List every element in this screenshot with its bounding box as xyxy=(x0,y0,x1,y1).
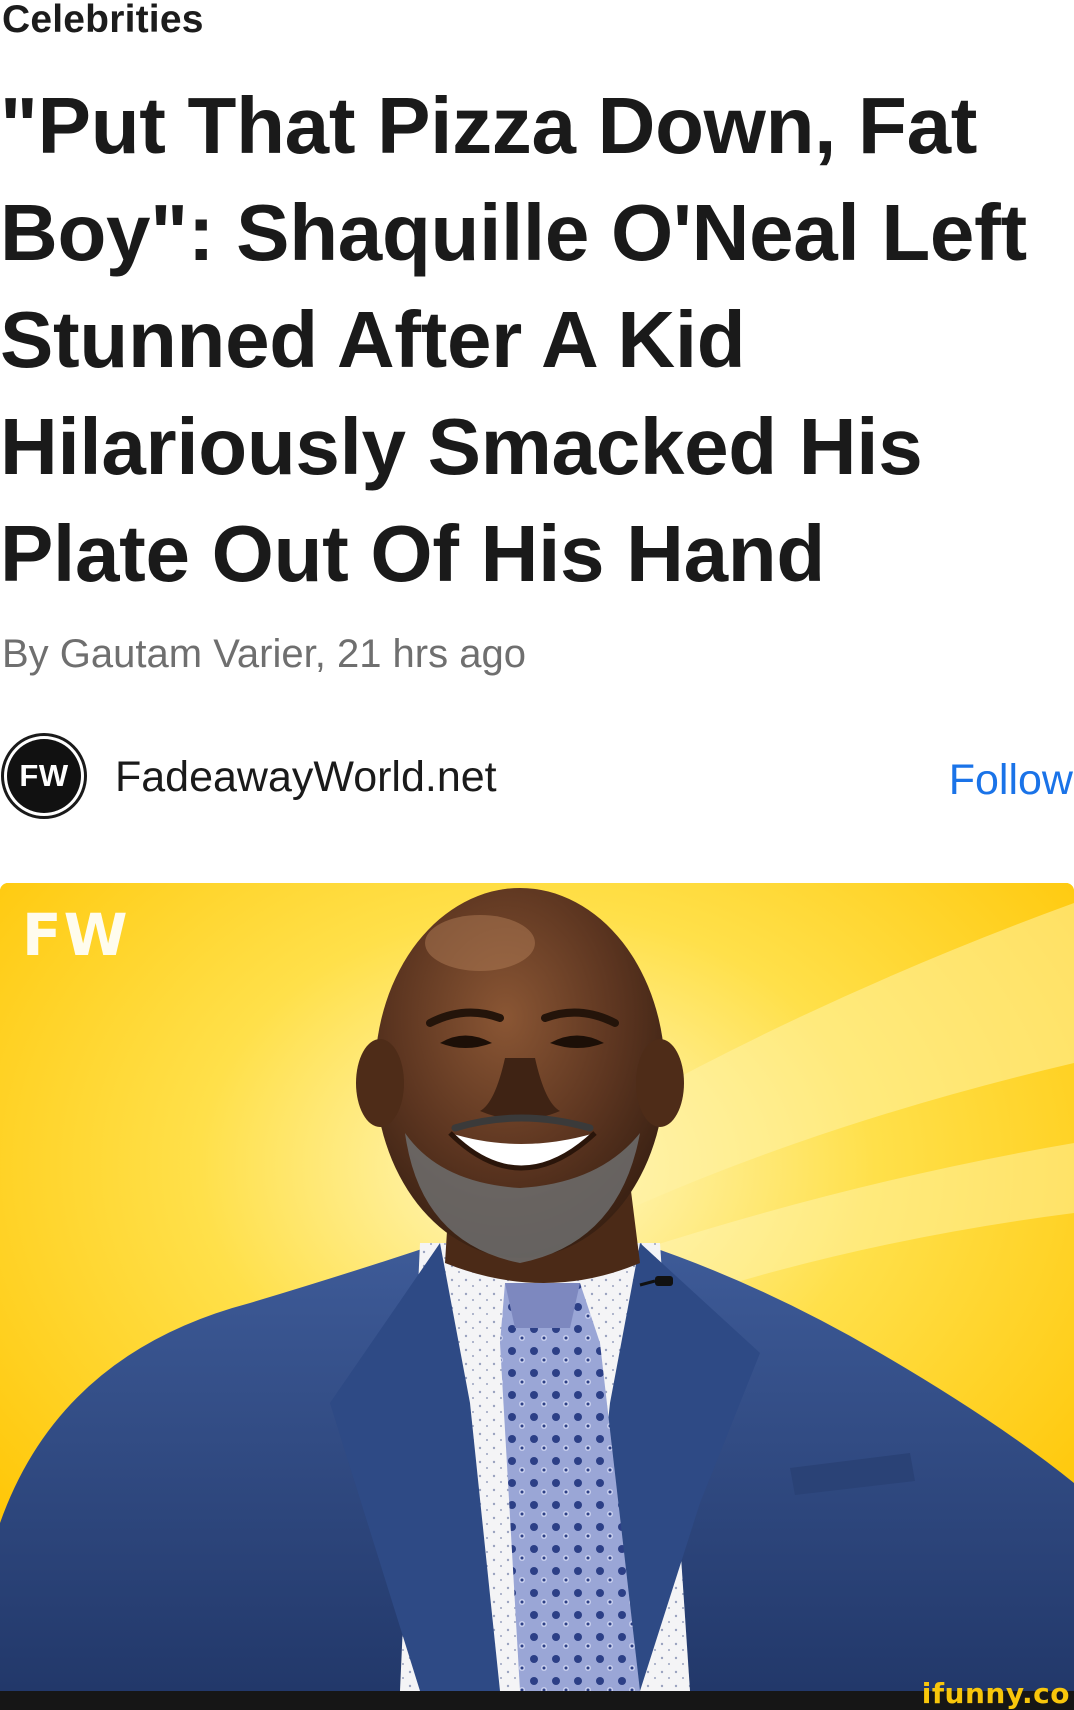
source-logo[interactable]: FW xyxy=(1,733,87,819)
follow-button[interactable]: Follow xyxy=(949,756,1073,804)
bottom-bar xyxy=(0,1691,1074,1710)
watermark-logo: ifunny.co xyxy=(921,1677,1070,1710)
source-logo-text: FW xyxy=(7,739,81,813)
hero-image[interactable]: FW xyxy=(0,883,1074,1691)
source-name[interactable]: FadeawayWorld.net xyxy=(115,753,497,801)
source-row: FW FadeawayWorld.net Follow xyxy=(0,733,1074,823)
hero-badge: FW xyxy=(22,901,130,969)
article-byline: By Gautam Varier, 21 hrs ago xyxy=(2,632,526,676)
article-category[interactable]: Celebrities xyxy=(2,0,204,40)
article-headline: "Put That Pizza Down, Fat Boy": Shaquill… xyxy=(0,81,1027,598)
hero-illustration xyxy=(0,883,1074,1691)
